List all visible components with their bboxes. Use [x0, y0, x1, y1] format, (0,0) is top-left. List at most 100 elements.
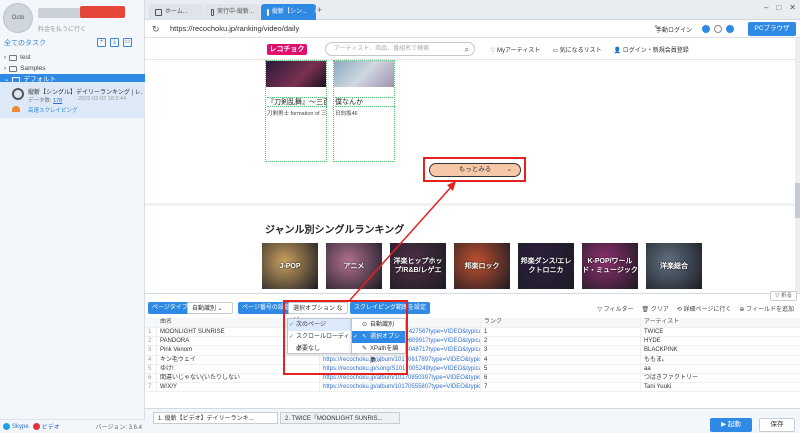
plan-link[interactable]: 料金を払うに行く: [38, 24, 86, 33]
data-table: 曲名 曲名のリンク ランク アーティスト 1MOONLIGHT SUNRISEh…: [145, 318, 800, 393]
collapse-button[interactable]: ▽ 折る: [770, 291, 797, 301]
tab-running[interactable]: 実行中-縦斬...: [205, 4, 260, 20]
detail-page-button[interactable]: ⟲ 詳細ページに行く: [677, 304, 732, 313]
built-in-browser: ホーム... 実行中-縦斬... 縦斬【シン...✕ + ‒ □ ✕ ↻ htt…: [145, 0, 800, 433]
video-icon: [32, 423, 40, 430]
clear-button[interactable]: 🗑 クリア: [642, 304, 669, 313]
song-thumbnail: [266, 61, 326, 87]
web-scrollbar[interactable]: [795, 38, 800, 293]
chevron-right-icon: ›: [4, 54, 7, 61]
minimize-button[interactable]: ‒: [764, 3, 768, 12]
tree-folder-test[interactable]: › test: [0, 52, 145, 63]
column-header[interactable]: アーティスト: [641, 318, 800, 327]
song-card[interactable]: 僕なんか 日向坂46: [333, 60, 395, 162]
redaction-mark: [80, 6, 125, 18]
wishlist-link[interactable]: ▭ 気になるリスト: [552, 45, 601, 54]
table-row: 5 ゆけ! https://recochoku.jp/song/S101700524…: [145, 364, 800, 374]
status-bar: 1. 縦斬【ビデオ】デイリーランキ... 2. TWICE「MOONLIGHT …: [145, 408, 800, 433]
window-controls: ‒ □ ✕: [764, 3, 796, 12]
search-icon[interactable]: ⌕: [465, 44, 469, 56]
genre-tile[interactable]: 邦楽ロック: [454, 243, 510, 289]
table-row: 4 キン毛ウェイ https://recochoku.jp/album/101706…: [145, 355, 800, 365]
song-title: 『刀剣乱舞』〜三百...: [267, 97, 327, 107]
user-icon[interactable]: [726, 25, 734, 33]
reload-icon[interactable]: ↻: [152, 24, 160, 35]
table-row: 3Pink Venomhttps://recochoku.jp/song/S10…: [145, 346, 800, 356]
task-tab-2[interactable]: 2. TWICE「MOONLIGHT SUNRIS...: [280, 412, 400, 424]
column-header[interactable]: ランク: [481, 318, 641, 327]
more-button[interactable]: もっとみる ⌄: [429, 163, 521, 177]
menu-highlight: [283, 300, 408, 375]
genre-tile[interactable]: J-POP: [262, 243, 318, 289]
speed-icon: [12, 106, 20, 112]
folder-icon: [9, 65, 18, 72]
genre-heading: ジャンル別シングルランキング: [265, 225, 405, 236]
genre-grid: J-POP アニメ 洋楽ヒップホップ/R&B/レゲエ 邦楽ロック 邦楽ダンス/エ…: [262, 243, 702, 289]
task-title: 縦斬【シングル】デイリーランキング | レ...: [28, 90, 143, 96]
login-register-link[interactable]: 👤 ログイン・新規会員登録: [614, 45, 689, 54]
page-icon: [267, 8, 269, 16]
chevron-right-icon: ›: [4, 65, 7, 72]
tab-current[interactable]: 縦斬【シン...✕: [261, 4, 316, 20]
manual-login-button[interactable]: 手動ログイン: [656, 25, 692, 34]
add-field-button[interactable]: ⊕ フィールドを追加: [739, 304, 794, 313]
table-header: 曲名 曲名のリンク ランク アーティスト: [145, 318, 800, 328]
task-data-count: データ数: 178: [28, 98, 63, 104]
import-icon[interactable]: ⤓: [110, 38, 119, 47]
settings-icon[interactable]: [714, 25, 722, 33]
genre-tile[interactable]: 邦楽ダンス/エレクトロニカ: [518, 243, 574, 289]
tab-bar: ホーム... 実行中-縦斬... 縦斬【シン...✕ + ‒ □ ✕: [145, 0, 800, 20]
new-task-icon[interactable]: +: [97, 38, 106, 47]
table-row: 1MOONLIGHT SUNRISEhttps://recochoku.jp/s…: [145, 328, 800, 338]
video-link[interactable]: ビデオ: [32, 422, 60, 431]
start-button[interactable]: ▶ 起動: [710, 418, 752, 432]
table-row: 6 間違いじゃない(いたりしない https://recochoku.jp/albu…: [145, 373, 800, 384]
task-tree: › test › Samples ⌄ デフォルト: [0, 52, 145, 85]
site-header: レコチョク アーティスト、商品、番組名で検索 ⌕ ♡ Myアーティスト ▭ 気にな…: [145, 38, 795, 60]
version-label: バージョン: 3.6.4: [95, 425, 142, 431]
tree-folder-samples[interactable]: › Samples: [0, 63, 145, 74]
chevron-down-icon: ⌄: [506, 166, 512, 173]
pc-browser-button[interactable]: PCブラウザ: [748, 22, 796, 36]
more-button-highlight: もっとみる ⌄: [423, 157, 526, 182]
close-window-button[interactable]: ✕: [789, 3, 796, 12]
folder-add-icon[interactable]: ▭: [123, 38, 132, 47]
web-viewport: レコチョク アーティスト、商品、番組名で検索 ⌕ ♡ Myアーティスト ▭ 気にな…: [145, 38, 795, 293]
task-date: 2023-03-02 18:3:44: [78, 96, 127, 102]
folder-icon: [9, 54, 18, 61]
save-button[interactable]: 保存: [759, 418, 795, 432]
table-row: 2PANDORAhttps://recochoku.jp/song/S10106…: [145, 337, 800, 347]
skype-link[interactable]: Skype: [3, 423, 29, 430]
task-item[interactable]: 縦斬【シングル】デイリーランキング | レ... データ数: 178 2023-…: [0, 82, 145, 118]
data-preview-panel: ▽ 折る ページタイプ 自動識別 ⌄ ページ番号の設定 選択オプション など ⌄…: [145, 291, 800, 408]
robot-icon: [12, 88, 24, 100]
close-icon[interactable]: ✕: [314, 4, 316, 20]
my-artist-link[interactable]: ♡ Myアーティスト: [490, 45, 540, 54]
sidebar: Octo 料金を払うに行く 全てのタスク + ⤓ ▭ › test › Sample…: [0, 0, 145, 433]
maximize-button[interactable]: □: [776, 3, 781, 12]
genre-tile[interactable]: K-POP/ワールド・ミュージック: [582, 243, 638, 289]
site-logo[interactable]: レコチョク: [267, 44, 307, 55]
octoparse-window: Octo 料金を払うに行く 全てのタスク + ⤓ ▭ › test › Sample…: [0, 0, 800, 433]
page-type-select[interactable]: 自動識別 ⌄: [187, 302, 233, 314]
sidebar-footer: Skype ビデオ バージョン: 3.6.4: [0, 419, 145, 433]
song-artist: 刀剣男士 formation of 三百: [267, 111, 327, 117]
help-icon[interactable]: [702, 25, 710, 33]
table-row: 7 W/X/Y https://recochoku.jp/album/1017055…: [145, 383, 800, 393]
site-search-input[interactable]: アーティスト、商品、番組名で検索 ⌕: [325, 42, 475, 56]
page-type-button[interactable]: ページタイプ: [148, 302, 192, 314]
song-list: 『刀剣乱舞』〜三百... 刀剣男士 formation of 三百 僕なんか 日…: [265, 60, 405, 185]
scrollbar-thumb[interactable]: [795, 183, 800, 218]
genre-tile[interactable]: 洋楽ヒップホップ/R&B/レゲエ: [390, 243, 446, 289]
section-divider: [145, 203, 795, 206]
url-field[interactable]: https://recochoku.jp/ranking/video/daily: [170, 24, 299, 33]
song-card[interactable]: 『刀剣乱舞』〜三百... 刀剣男士 formation of 三百: [265, 60, 327, 162]
filter-button[interactable]: ▽ フィルター: [597, 304, 633, 313]
genre-tile[interactable]: 洋楽総合: [646, 243, 702, 289]
task-mode: 高速スクレイピング: [28, 108, 78, 114]
genre-tile[interactable]: アニメ: [326, 243, 382, 289]
new-tab-icon[interactable]: +: [317, 5, 322, 15]
task-tab-1[interactable]: 1. 縦斬【ビデオ】デイリーランキ...: [153, 412, 278, 424]
avatar[interactable]: Octo: [3, 3, 33, 33]
tab-home[interactable]: ホーム...: [149, 4, 204, 20]
